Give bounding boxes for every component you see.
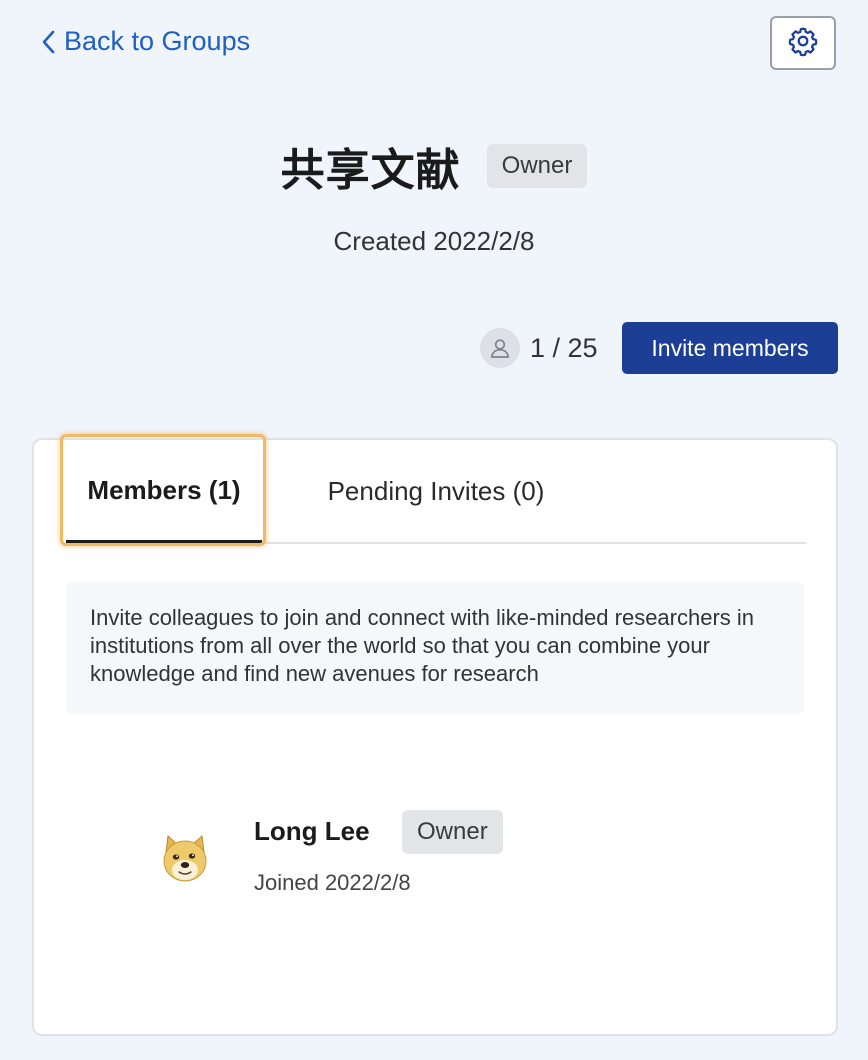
back-to-groups-link[interactable]: Back to Groups	[40, 26, 250, 57]
member-count-text: 1 / 25	[530, 332, 598, 363]
members-card: Members (1) Pending Invites (0) Invite c…	[32, 434, 838, 1036]
member-name: Long Lee	[254, 816, 370, 846]
member-row: Long Lee Owner Joined 2022/2/8	[144, 810, 744, 910]
doge-avatar-icon	[144, 818, 226, 900]
tab-members[interactable]: Members (1)	[66, 440, 262, 544]
group-title-row: 共享文献 Owner	[0, 134, 868, 198]
owner-badge: Owner	[486, 144, 588, 188]
invite-info-box: Invite colleagues to join and connect wi…	[66, 582, 804, 714]
member-count: 1 / 25	[480, 328, 598, 368]
back-link-label: Back to Groups	[64, 26, 251, 56]
tab-bar: Members (1) Pending Invites (0)	[66, 440, 806, 544]
tab-pending-invites[interactable]: Pending Invites (0)	[306, 440, 566, 542]
user-icon	[480, 328, 520, 368]
settings-button[interactable]	[770, 16, 836, 70]
member-joined-date: Joined 2022/2/8	[254, 870, 411, 895]
created-date: Created 2022/2/8	[333, 226, 535, 256]
gear-icon	[787, 25, 819, 62]
chevron-left-icon	[40, 29, 56, 55]
member-role-badge: Owner	[402, 810, 503, 854]
group-title: 共享文献	[280, 146, 461, 195]
invite-members-button[interactable]: Invite members	[622, 322, 838, 374]
